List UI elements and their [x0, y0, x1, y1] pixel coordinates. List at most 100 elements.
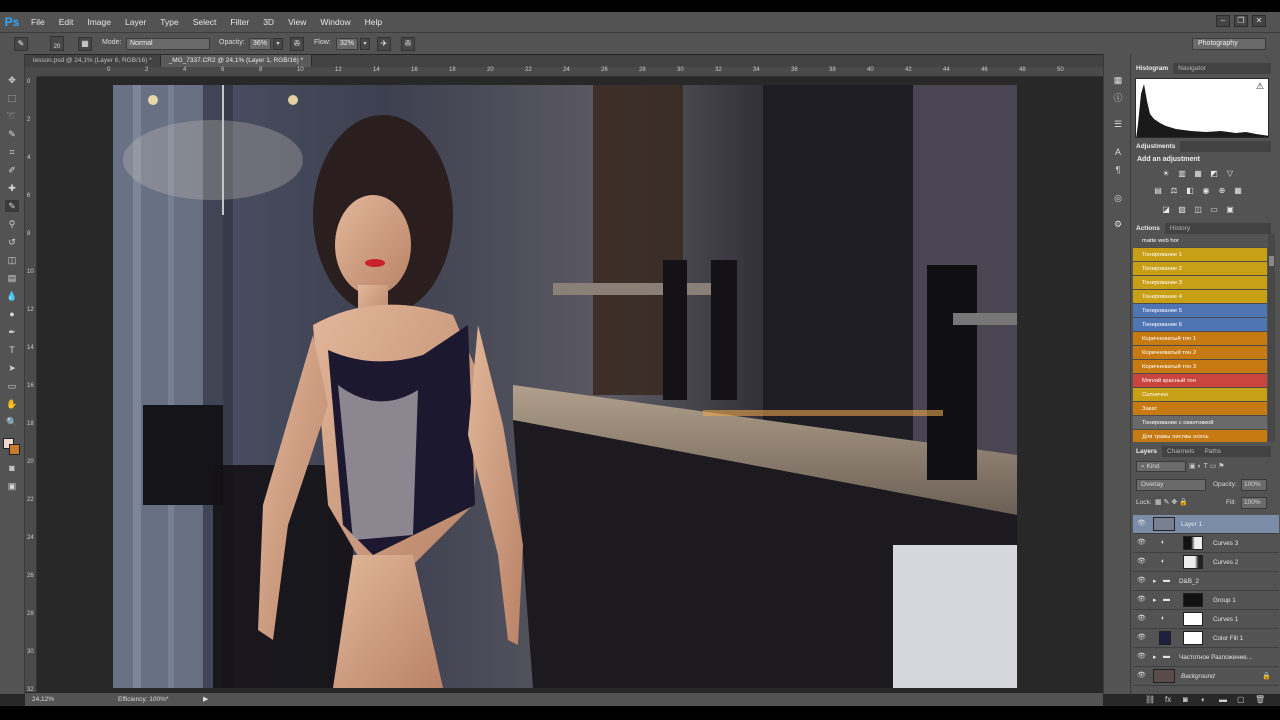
action-item[interactable]: Тонирование 5 — [1133, 304, 1267, 318]
action-item[interactable]: Коричневатый тон 2 — [1133, 346, 1267, 360]
properties-panel-icon[interactable]: ☰ — [1112, 118, 1124, 130]
tab-mg-7337[interactable]: _MG_7337.CR2 @ 24,1% (Layer 1, RGB/16) * — [160, 55, 313, 67]
eyedropper-tool-icon[interactable]: ✐ — [5, 164, 19, 176]
visibility-eye-icon[interactable]: 👁 — [1137, 634, 1147, 642]
levels-icon[interactable]: ▥ — [1177, 169, 1187, 178]
actions-scroll-thumb[interactable] — [1269, 256, 1274, 266]
photo-canvas[interactable] — [113, 85, 1017, 688]
layer-row-frequency-separation[interactable]: 👁 ▸ ▬ Частотное Разложение... — [1133, 648, 1279, 667]
layer-name[interactable]: D&B_2 — [1179, 578, 1199, 585]
actions-scrollbar[interactable] — [1268, 234, 1275, 442]
invert-icon[interactable]: ◪ — [1161, 205, 1171, 214]
brush-panel-toggle-icon[interactable]: ▦ — [78, 37, 92, 51]
layer-row-db-2[interactable]: 👁 ▸ ▬ D&B_2 — [1133, 572, 1279, 591]
layer-filter-kind[interactable]: ⌕ Kind — [1136, 461, 1186, 472]
visibility-eye-icon[interactable]: 👁 — [1137, 577, 1147, 585]
layer-name[interactable]: Curves 2 — [1213, 559, 1238, 566]
visibility-eye-icon[interactable]: 👁 — [1137, 558, 1147, 566]
visibility-eye-icon[interactable]: 👁 — [1137, 539, 1147, 547]
link-layers-icon[interactable]: ⛓ — [1145, 695, 1155, 704]
action-item[interactable]: Закат — [1133, 402, 1267, 416]
pressure-opacity-icon[interactable]: ✇ — [290, 37, 304, 51]
flow-dropdown-icon[interactable]: ▾ — [360, 38, 370, 50]
brush-tool-icon[interactable]: ✎ — [5, 200, 19, 212]
layer-style-icon[interactable]: fx — [1165, 695, 1175, 704]
threshold-icon[interactable]: ◫ — [1193, 205, 1203, 214]
action-item[interactable]: matte web hor — [1133, 234, 1267, 248]
fill-input[interactable]: 100% — [1241, 497, 1267, 509]
restore-button[interactable]: ❐ — [1234, 15, 1248, 27]
hand-tool-icon[interactable]: ✋ — [5, 398, 19, 410]
menu-image[interactable]: Image — [80, 17, 118, 27]
pen-tool-icon[interactable]: ✒ — [5, 326, 19, 338]
shape-tool-icon[interactable]: ▭ — [5, 380, 19, 392]
tab-layers[interactable]: Layers — [1131, 446, 1162, 457]
quick-selection-tool-icon[interactable]: ✎ — [5, 128, 19, 140]
layer-row-layer-1[interactable]: 👁 Layer 1 — [1133, 515, 1279, 534]
tab-adjustments[interactable]: Adjustments — [1131, 141, 1181, 152]
tab-channels[interactable]: Channels — [1162, 446, 1199, 457]
visibility-eye-icon[interactable]: 👁 — [1137, 615, 1147, 623]
zoom-level[interactable]: 24,12% — [32, 693, 54, 706]
layer-filter-icons[interactable]: ▣ ◐ T ▭ ⚑ — [1189, 461, 1269, 472]
new-adjustment-icon[interactable]: ◐ — [1201, 695, 1211, 704]
menu-type[interactable]: Type — [153, 17, 185, 27]
pressure-size-icon[interactable]: ✇ — [401, 37, 415, 51]
action-item[interactable]: Тонирование 2 — [1133, 262, 1267, 276]
selective-color-icon[interactable]: ▣ — [1225, 205, 1235, 214]
history-panel-icon[interactable]: ▦ — [1112, 74, 1124, 86]
visibility-eye-icon[interactable]: 👁 — [1137, 596, 1147, 604]
quick-mask-icon[interactable]: ◙ — [5, 462, 19, 474]
group-expand-icon[interactable]: ▸ — [1153, 653, 1157, 661]
layer-opacity-input[interactable]: 100% — [1241, 479, 1267, 491]
screen-mode-icon[interactable]: ▣ — [5, 480, 19, 492]
layer-name[interactable]: Curves 1 — [1213, 616, 1238, 623]
brightness-icon[interactable]: ☀ — [1161, 169, 1171, 178]
menu-select[interactable]: Select — [186, 17, 224, 27]
layer-name[interactable]: Layer 1 — [1181, 521, 1202, 528]
dodge-tool-icon[interactable]: ● — [5, 308, 19, 320]
ruler-origin[interactable] — [25, 67, 37, 77]
visibility-eye-icon[interactable]: 👁 — [1137, 672, 1147, 680]
group-expand-icon[interactable]: ▸ — [1153, 577, 1157, 585]
menu-file[interactable]: File — [24, 17, 52, 27]
minimize-button[interactable]: – — [1216, 15, 1230, 27]
info-panel-icon[interactable]: ⓘ — [1112, 92, 1124, 104]
layer-row-curves-2[interactable]: 👁 ◐ Curves 2 — [1133, 553, 1279, 572]
action-item[interactable]: Солнечно — [1133, 388, 1267, 402]
character-panel-icon[interactable]: A — [1112, 146, 1124, 158]
visibility-eye-icon[interactable]: 👁 — [1137, 520, 1147, 528]
tab-paths[interactable]: Paths — [1199, 446, 1226, 457]
layer-row-background[interactable]: 👁 Background 🔒 — [1133, 667, 1279, 686]
exposure-icon[interactable]: ◩ — [1209, 169, 1219, 178]
opacity-input[interactable]: 36% — [249, 38, 271, 50]
posterize-icon[interactable]: ▨ — [1177, 205, 1187, 214]
channel-mixer-icon[interactable]: ⊕ — [1217, 186, 1227, 195]
canvas-area[interactable] — [37, 77, 1103, 692]
paragraph-panel-icon[interactable]: ¶ — [1112, 164, 1124, 176]
vibrance-icon[interactable]: ▽ — [1225, 169, 1235, 178]
menu-3d[interactable]: 3D — [256, 17, 281, 27]
clone-stamp-tool-icon[interactable]: ⚲ — [5, 218, 19, 230]
tab-lesson-psd[interactable]: lesson.psd @ 24,1% (Layer 6, RGB/16) * — [25, 55, 161, 67]
blur-tool-icon[interactable]: 💧 — [5, 290, 19, 302]
delete-layer-icon[interactable]: 🗑 — [1255, 695, 1265, 704]
tab-histogram[interactable]: Histogram — [1131, 63, 1174, 74]
black-white-icon[interactable]: ◧ — [1185, 186, 1195, 195]
layer-name[interactable]: Color Fill 1 — [1213, 635, 1243, 642]
tool-presets-icon[interactable]: ⚙ — [1112, 218, 1124, 230]
layer-row-curves-3[interactable]: 👁 ◐ Curves 3 — [1133, 534, 1279, 553]
lasso-tool-icon[interactable]: ➰ — [5, 110, 19, 122]
action-item[interactable]: Тонирование 4 — [1133, 290, 1267, 304]
layer-row-group-1[interactable]: 👁 ▸ ▬ Group 1 — [1133, 591, 1279, 610]
color-balance-icon[interactable]: ⚖ — [1169, 186, 1179, 195]
mode-select[interactable]: Normal — [126, 38, 210, 50]
menu-view[interactable]: View — [281, 17, 313, 27]
healing-brush-tool-icon[interactable]: ✚ — [5, 182, 19, 194]
lock-icons[interactable]: ▦ ✎ ✥ 🔒 — [1155, 498, 1188, 506]
gradient-map-icon[interactable]: ▭ — [1209, 205, 1219, 214]
action-item[interactable]: Тонирование 6 — [1133, 318, 1267, 332]
menu-filter[interactable]: Filter — [223, 17, 256, 27]
layer-name[interactable]: Частотное Разложение... — [1179, 654, 1252, 661]
opacity-dropdown-icon[interactable]: ▾ — [273, 38, 283, 50]
